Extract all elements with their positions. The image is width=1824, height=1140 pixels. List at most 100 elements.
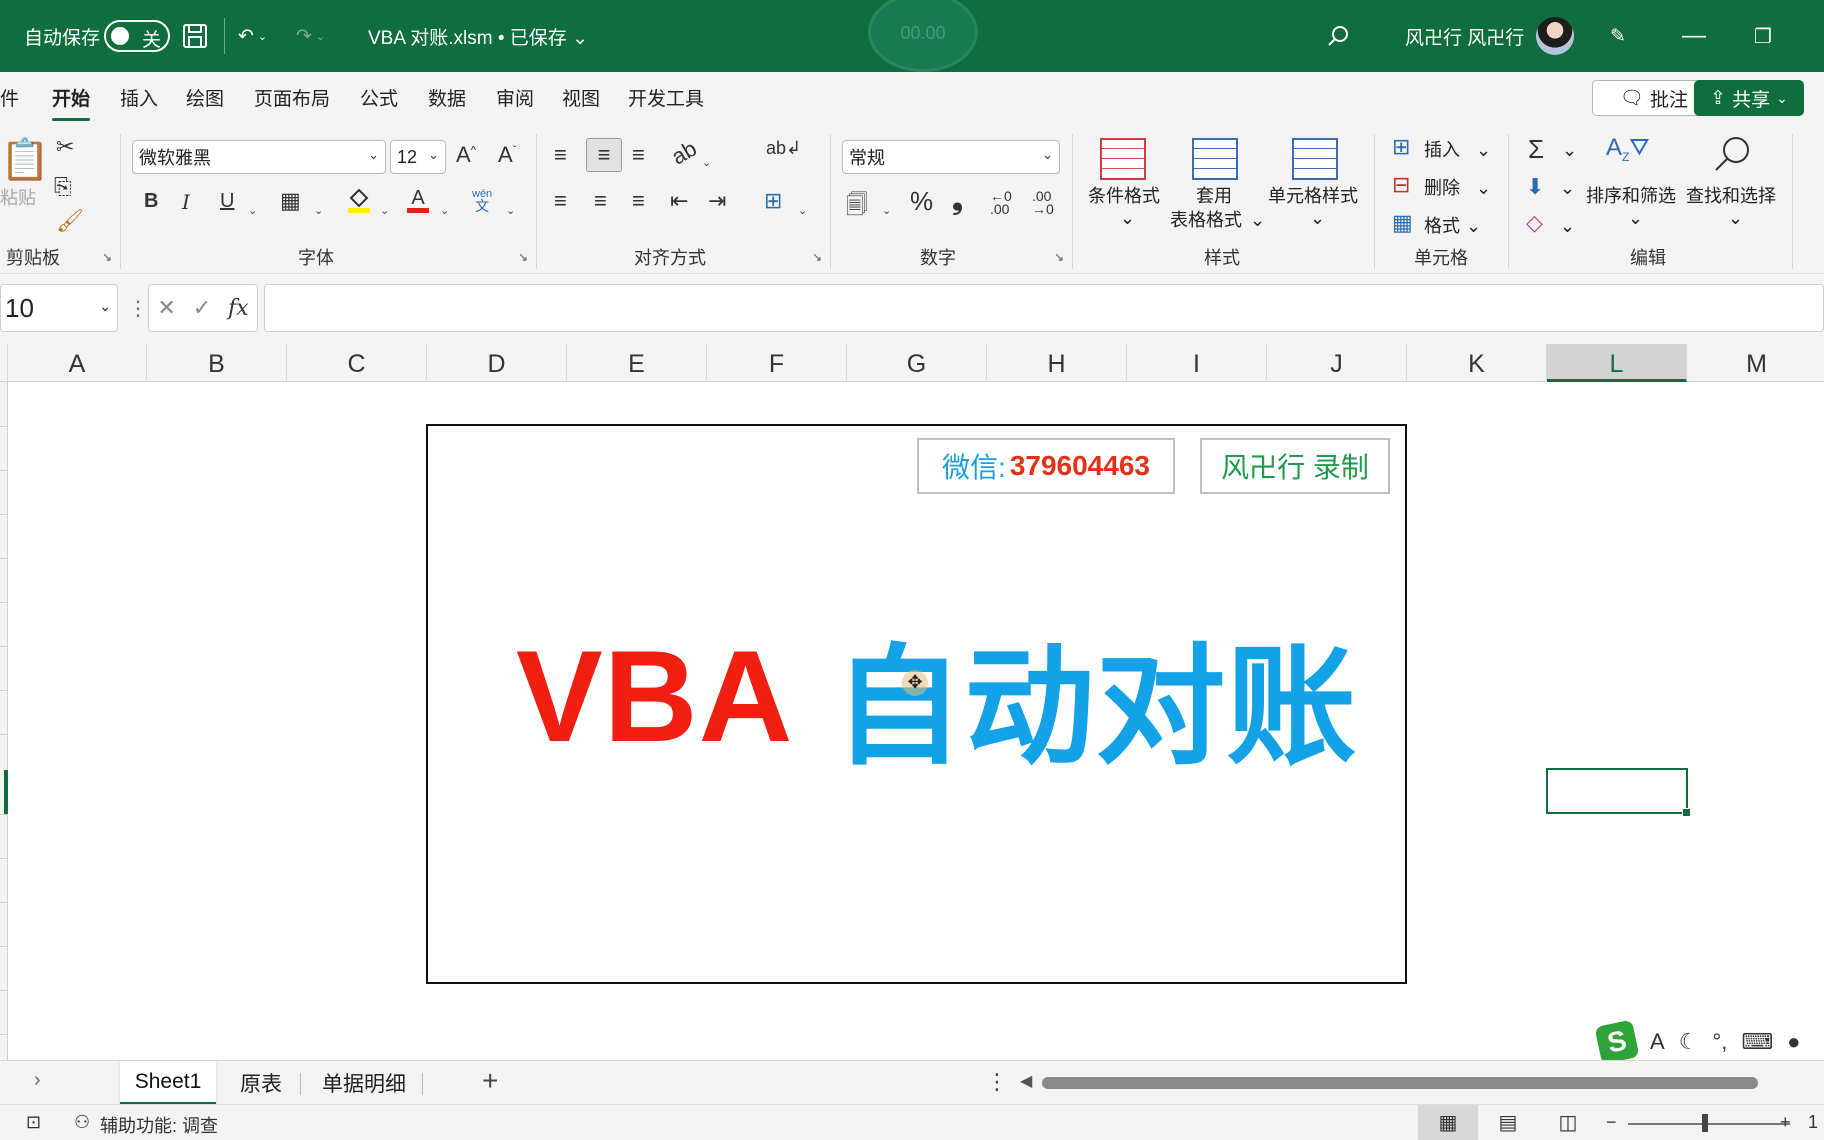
- insert-cells-label[interactable]: 插入: [1424, 136, 1460, 162]
- align-right-icon[interactable]: ≡: [632, 188, 645, 214]
- delete-cells-label[interactable]: 删除: [1424, 174, 1460, 200]
- pen-icon[interactable]: ✎: [1610, 0, 1626, 72]
- column-header-selected[interactable]: L: [1547, 344, 1687, 382]
- clipboard-launcher-icon[interactable]: ↘: [102, 250, 112, 264]
- tab-review[interactable]: 审阅: [496, 84, 534, 111]
- shrink-font-icon[interactable]: Aˇ: [498, 142, 516, 168]
- wrap-text-icon[interactable]: ab↲: [766, 138, 801, 159]
- chevron-down-icon[interactable]: ⌄: [380, 194, 389, 220]
- search-icon[interactable]: [1326, 0, 1350, 72]
- zoom-in-icon[interactable]: +: [1780, 1112, 1791, 1133]
- insert-cells-icon[interactable]: ⊞: [1392, 134, 1410, 160]
- decrease-indent-icon[interactable]: ⇤: [670, 188, 688, 214]
- alignment-launcher-icon[interactable]: ↘: [812, 250, 822, 264]
- file-name[interactable]: VBA 对账.xlsm • 已保存 ⌄: [368, 0, 588, 72]
- format-cells-icon[interactable]: ▦: [1392, 210, 1413, 236]
- accessibility-icon[interactable]: ⚇: [74, 1112, 90, 1133]
- chevron-down-icon[interactable]: ⌄: [1560, 178, 1575, 199]
- align-top-icon[interactable]: ≡: [554, 142, 567, 168]
- format-as-table-icon[interactable]: [1192, 138, 1238, 180]
- chevron-down-icon[interactable]: ⌄: [248, 194, 257, 220]
- format-painter-icon[interactable]: 🖌: [56, 208, 84, 234]
- tab-home[interactable]: 开始: [52, 84, 91, 121]
- tab-data[interactable]: 数据: [428, 84, 466, 111]
- formula-input[interactable]: [264, 284, 1824, 332]
- align-center-icon[interactable]: ≡: [594, 188, 607, 214]
- conditional-formatting-label[interactable]: 条件格式: [1088, 182, 1160, 208]
- delete-cells-icon[interactable]: ⊟: [1392, 172, 1410, 198]
- conditional-formatting-icon[interactable]: [1100, 138, 1146, 180]
- accounting-format-icon[interactable]: 🗐: [846, 188, 868, 226]
- format-cells-label[interactable]: 格式: [1424, 212, 1460, 238]
- sheet-tab[interactable]: 单据明细: [308, 1061, 420, 1105]
- user-name[interactable]: 风卍行 风卍行: [1405, 0, 1524, 72]
- title-banner-shape[interactable]: 微信: 379604463 风卍行 录制 VBA 自动对账 ✥: [426, 424, 1407, 984]
- normal-view-icon[interactable]: ▦: [1418, 1105, 1478, 1140]
- paste-icon[interactable]: 📋: [0, 136, 50, 183]
- merge-center-icon[interactable]: ⊞: [764, 188, 782, 214]
- align-middle-icon[interactable]: ≡: [586, 138, 622, 172]
- fill-icon[interactable]: ⬇: [1526, 174, 1544, 200]
- orientation-icon[interactable]: ab: [667, 136, 701, 171]
- phonetic-guide-icon[interactable]: wén 文: [472, 188, 492, 214]
- zoom-slider-thumb[interactable]: [1702, 1114, 1708, 1132]
- italic-button[interactable]: I: [182, 190, 190, 214]
- autosum-icon[interactable]: Σ: [1528, 134, 1544, 165]
- name-box[interactable]: 10 ⌄: [0, 284, 118, 332]
- enter-icon[interactable]: ✓: [193, 295, 211, 321]
- chevron-down-icon[interactable]: ⌄: [798, 194, 807, 220]
- comma-style-icon[interactable]: ❟: [952, 184, 963, 217]
- paste-label[interactable]: 粘贴: [0, 184, 36, 210]
- minimize-icon[interactable]: —: [1682, 0, 1706, 72]
- sheet-tab[interactable]: 原表: [228, 1061, 294, 1105]
- chevron-down-icon[interactable]: ⌄: [1120, 208, 1135, 229]
- chevron-down-icon[interactable]: ⌄: [1476, 178, 1491, 199]
- clear-icon[interactable]: ◇: [1526, 210, 1543, 236]
- macro-record-icon[interactable]: ⊡: [26, 1112, 41, 1133]
- sort-filter-icon[interactable]: AZ⛛: [1606, 134, 1650, 164]
- chevron-down-icon[interactable]: ⌄: [1466, 216, 1481, 237]
- sort-filter-label[interactable]: 排序和筛选: [1586, 182, 1676, 208]
- punctuation-icon[interactable]: °,: [1712, 1029, 1727, 1055]
- font-color-icon[interactable]: A: [404, 186, 432, 220]
- chevron-down-icon[interactable]: ⌄: [1560, 216, 1575, 237]
- number-format-select[interactable]: 常规 ⌄: [842, 140, 1060, 174]
- tab-draw[interactable]: 绘图: [186, 84, 224, 111]
- zoom-slider[interactable]: [1628, 1123, 1790, 1125]
- zoom-out-icon[interactable]: −: [1606, 1112, 1617, 1133]
- tab-page-layout[interactable]: 页面布局: [254, 84, 330, 111]
- chevron-down-icon[interactable]: ⌄: [882, 194, 891, 220]
- column-header[interactable]: G: [847, 344, 987, 382]
- borders-icon[interactable]: ▦: [280, 188, 301, 214]
- select-all-corner[interactable]: [0, 344, 8, 382]
- chevron-down-icon[interactable]: ⌄: [1562, 140, 1577, 161]
- tab-developer[interactable]: 开发工具: [628, 84, 704, 111]
- cut-icon[interactable]: ✂: [56, 134, 74, 160]
- more-options-icon[interactable]: ⋮: [986, 1069, 1008, 1095]
- number-launcher-icon[interactable]: ↘: [1054, 250, 1064, 264]
- chevron-down-icon[interactable]: ⌄: [506, 194, 515, 220]
- fill-color-icon[interactable]: [346, 186, 372, 220]
- column-header[interactable]: D: [427, 344, 567, 382]
- column-header[interactable]: E: [567, 344, 707, 382]
- undo-icon[interactable]: ↶ ⌄: [238, 0, 267, 72]
- chevron-down-icon[interactable]: ⌄: [1476, 140, 1491, 161]
- font-launcher-icon[interactable]: ↘: [518, 250, 528, 264]
- ime-mode-icon[interactable]: A: [1650, 1029, 1665, 1055]
- grow-font-icon[interactable]: A^: [456, 142, 476, 168]
- find-select-label[interactable]: 查找和选择: [1686, 182, 1776, 208]
- column-header[interactable]: A: [8, 344, 147, 382]
- redo-icon[interactable]: ↷ ⌄: [296, 0, 325, 72]
- font-name-select[interactable]: 微软雅黑 ⌄: [132, 140, 386, 174]
- restore-icon[interactable]: ❐: [1754, 0, 1772, 72]
- font-size-select[interactable]: 12 ⌄: [390, 140, 446, 174]
- chevron-down-icon[interactable]: ⌄: [1250, 210, 1265, 231]
- chevron-down-icon[interactable]: ⌄: [314, 194, 323, 220]
- chevron-down-icon[interactable]: ⌄: [1628, 208, 1643, 229]
- column-header[interactable]: K: [1407, 344, 1547, 382]
- tab-insert[interactable]: 插入: [120, 84, 158, 111]
- cancel-icon[interactable]: ✕: [157, 295, 175, 321]
- tab-view[interactable]: 视图: [562, 84, 600, 111]
- column-header[interactable]: C: [287, 344, 427, 382]
- column-header[interactable]: F: [707, 344, 847, 382]
